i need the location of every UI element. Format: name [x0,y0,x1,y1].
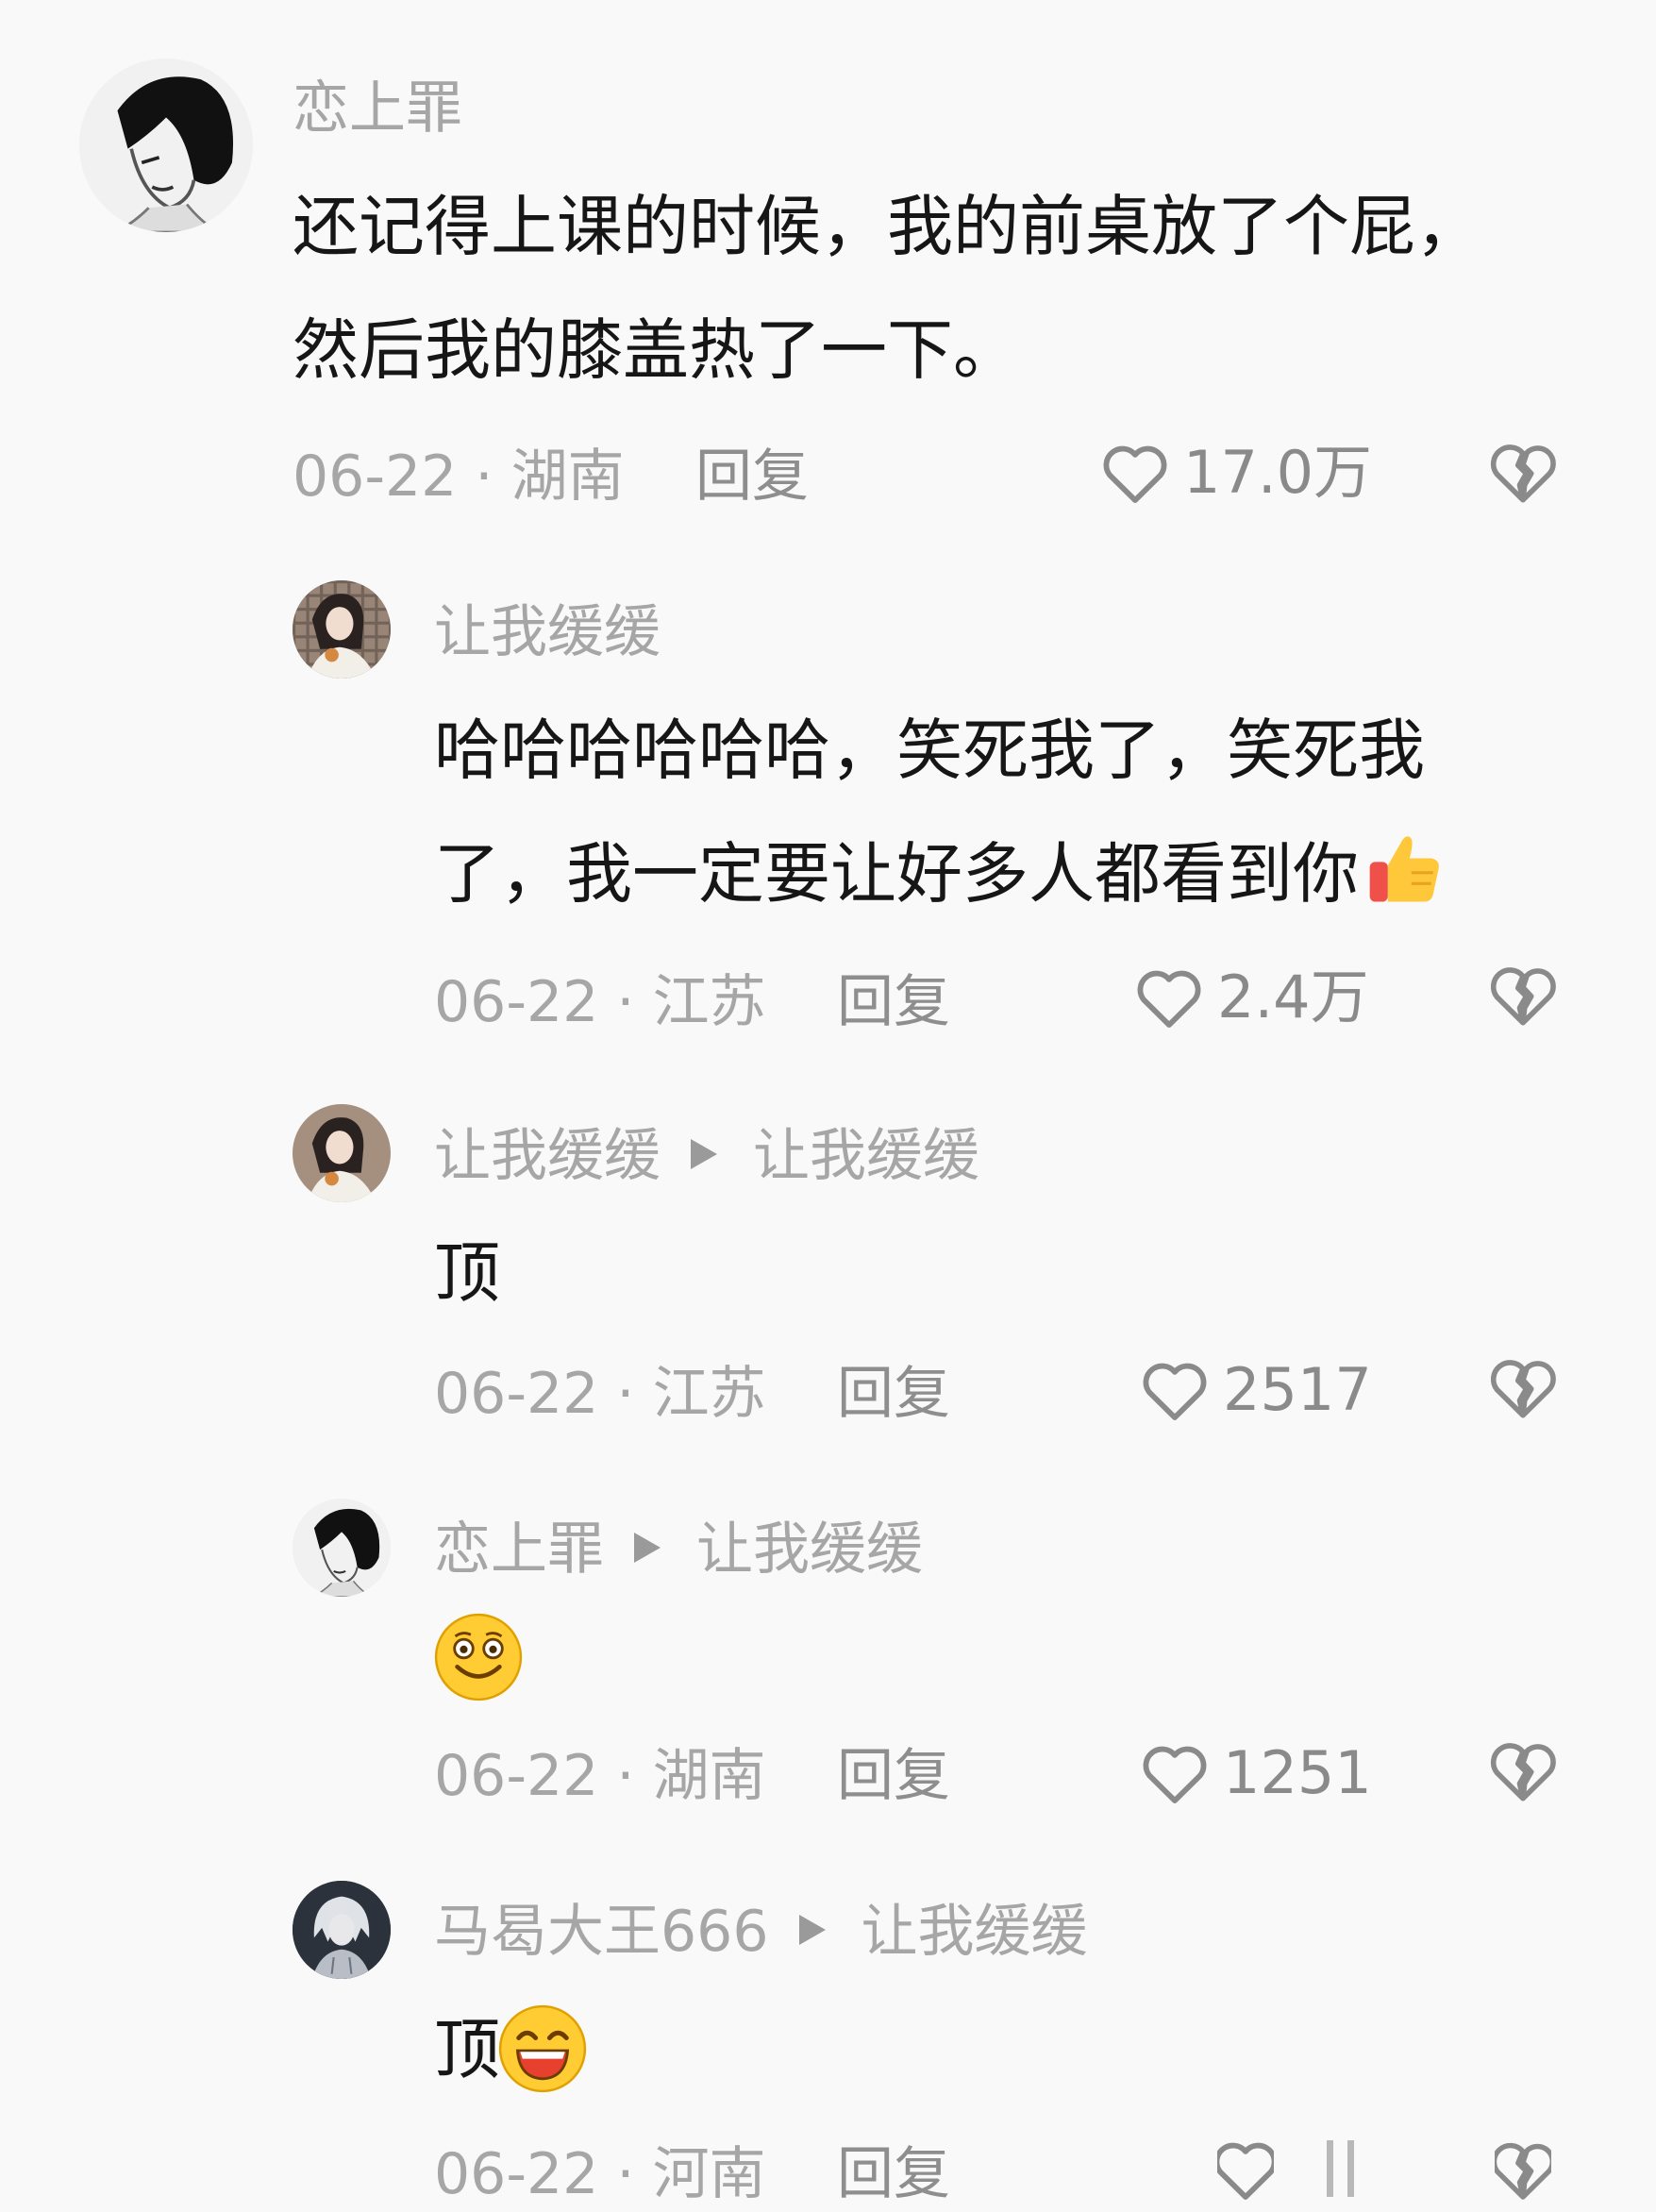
like-count-partial [1321,2140,1368,2208]
reply-button[interactable]: 回复 [837,1356,950,1432]
comment-text-line: 还记得上课的时候，我的前桌放了个屁， [293,188,1481,265]
comment-username[interactable]: 让我缓缓 [434,595,661,670]
like-count: 2517 [1223,1355,1372,1424]
girl-photo-avatar-icon [293,580,391,679]
like-button[interactable]: 1251 [1136,1734,1372,1812]
like-button[interactable]: 2.4万 [1130,959,1369,1036]
reply-target: 让我缓缓 [861,1899,1088,1965]
reply-arrow-icon [798,1915,826,1945]
broken-heart-icon[interactable] [1483,1348,1563,1427]
comment-text: 顶 [434,1988,589,2112]
grinning-face-emoji [498,2004,587,2093]
heart-outline-icon [1103,445,1167,503]
heart-outline-icon [1137,970,1201,1028]
comment-date-location: 06-22 · 江苏 [434,1361,766,1427]
reply-author: 马曷大王666 [434,1899,769,1965]
avatar[interactable] [79,59,253,232]
broken-heart-icon[interactable] [1483,1731,1563,1810]
like-button[interactable] [1213,2131,1278,2208]
broken-heart-icon[interactable] [1483,955,1563,1034]
comment-username[interactable]: 恋上罪 让我缓缓 [434,1512,923,1587]
reply-button[interactable]: 回复 [837,2137,950,2212]
like-count: 17.0万 [1183,438,1373,507]
avatar[interactable] [293,1881,391,1979]
like-count: 2.4万 [1217,963,1369,1031]
heart-outline-icon [1213,2142,1278,2200]
comment-date-location: 06-22 · 江苏 [434,969,766,1035]
comment-text: 顶 [434,1234,500,1312]
girl-photo-avatar-icon [293,1104,391,1202]
reply-arrow-icon [691,1139,717,1169]
reply-button[interactable]: 回复 [837,1738,950,1814]
smiling-face-emoji [434,1613,523,1701]
comment-username[interactable]: 恋上罪 [293,71,462,146]
like-button[interactable]: 2517 [1136,1351,1372,1429]
like-button[interactable]: 17.0万 [1096,434,1372,511]
silver-hair-avatar-icon [293,1881,391,1979]
heart-outline-icon [1143,1746,1207,1803]
reply-button[interactable]: 回复 [837,964,950,1040]
reply-arrow-icon [634,1533,661,1563]
avatar[interactable] [293,1104,391,1202]
avatar[interactable] [293,1499,391,1597]
anime-boy-avatar-icon [293,1499,391,1597]
comment-date-location: 06-22 · 湖南 [293,444,625,510]
broken-heart-icon[interactable] [1491,2131,1556,2208]
reply-target: 让我缓缓 [696,1517,923,1583]
thumbs-up-emoji [1369,836,1439,902]
avatar[interactable] [293,580,391,679]
comment-text: 哈哈哈哈哈哈，笑死我了，笑死我 了，我一定要让好多人都看到你 [434,689,1449,936]
comment-username[interactable]: 让我缓缓 让我缓缓 [434,1118,979,1194]
comment-text-line: 哈哈哈哈哈哈，笑死我了，笑死我 [434,712,1425,789]
reply-author: 恋上罪 [434,1517,604,1583]
comment-text-line: 然后我的膝盖热了一下。 [293,311,1019,389]
anime-boy-avatar-icon [79,59,253,232]
comment-date-location: 06-22 · 湖南 [434,1743,766,1809]
broken-heart-icon[interactable] [1483,432,1563,511]
comment-text-line: 了，我一定要让好多人都看到你 [434,813,1449,936]
comment-text: 还记得上课的时候，我的前桌放了个屁， 然后我的膝盖热了一下。 [293,165,1481,412]
like-count: 1251 [1223,1738,1372,1807]
heart-outline-icon [1143,1363,1207,1420]
reply-target: 让我缓缓 [753,1123,979,1189]
reply-author: 让我缓缓 [434,1123,661,1189]
comment-username[interactable]: 马曷大王666 让我缓缓 [434,1894,1088,1969]
reply-button[interactable]: 回复 [695,439,809,514]
comment-date-location: 06-22 · 河南 [434,2141,766,2207]
